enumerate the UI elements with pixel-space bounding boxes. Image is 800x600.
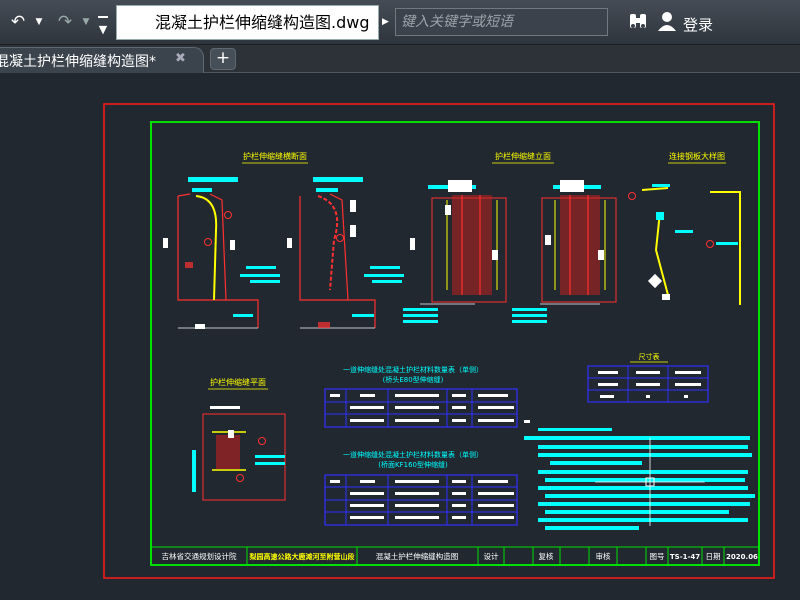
table1-subtitle: (桥头E80型伸缩缝) xyxy=(383,375,444,384)
binoculars-icon[interactable] xyxy=(626,10,650,34)
top-toolbar: ↶ ▼ ↷ ▼ ▼ 混凝土护栏伸缩缝构造图.dwg ▶ 键入关键字或短语 登录 xyxy=(0,0,800,45)
material-table-2 xyxy=(324,474,518,526)
file-menu-caret-icon[interactable]: ▶ xyxy=(382,17,389,27)
project-name: 梨园高速公路大鹿滩河至附营山段 xyxy=(249,552,355,561)
elevation-view-right xyxy=(512,180,617,323)
tab-label: 混凝土护栏伸缩缝构造图* xyxy=(0,54,156,70)
drawing-no: TS-1-47 xyxy=(670,553,700,561)
drawing-no-label: 图号 xyxy=(650,552,665,561)
section-view-right xyxy=(287,177,404,329)
notes-block xyxy=(524,420,755,530)
search-input[interactable]: 键入关键字或短语 xyxy=(395,8,608,36)
close-icon[interactable]: ✖ xyxy=(175,51,186,66)
cad-drawing: 护栏伸缩缝横断面 护栏伸缩缝立面 连接钢板大样图 护栏伸缩缝平面 一道伸缩缝处混… xyxy=(103,103,775,579)
document-tab-bar: 混凝土护栏伸缩缝构造图* ✖ + xyxy=(0,45,800,73)
large-detail-title: 连接钢板大样图 xyxy=(669,151,725,161)
material-table-1 xyxy=(324,388,518,428)
file-name-field[interactable]: 混凝土护栏伸缩缝构造图.dwg xyxy=(116,5,379,40)
plan-view-detail xyxy=(192,406,286,501)
section-view-title: 护栏伸缩缝横断面 xyxy=(243,151,307,161)
date-value: 2020.06 xyxy=(726,553,758,561)
back-button[interactable]: ↶ xyxy=(6,10,30,34)
dimension-table xyxy=(587,365,709,403)
customize-menu-icon[interactable]: ▼ xyxy=(96,10,110,36)
design-label: 设计 xyxy=(484,551,499,561)
title-block: 吉林省交通规划设计院 梨园高速公路大鹿滩河至附营山段 混凝土护栏伸缩缝构造图 设… xyxy=(151,546,759,565)
institute-name: 吉林省交通规划设计院 xyxy=(162,551,237,561)
plan-view-title: 护栏伸缩缝平面 xyxy=(210,377,266,387)
back-dropdown-icon[interactable]: ▼ xyxy=(33,10,45,34)
new-tab-button[interactable]: + xyxy=(210,48,236,70)
elevation-view-left xyxy=(403,180,507,323)
dimension-table-title: 尺寸表 xyxy=(639,352,660,361)
connection-plate-detail xyxy=(628,184,741,305)
cad-viewer-app: ↶ ▼ ↷ ▼ ▼ 混凝土护栏伸缩缝构造图.dwg ▶ 键入关键字或短语 登录 xyxy=(0,0,800,600)
approve-label: 审核 xyxy=(596,551,611,561)
drawing-name: 混凝土护栏伸缩缝构造图 xyxy=(376,551,459,561)
table1-title: 一道伸缩缝处混凝土护栏材料数量表（单侧） xyxy=(343,365,483,374)
user-icon[interactable] xyxy=(656,10,678,34)
drawing-canvas[interactable]: 护栏伸缩缝横断面 护栏伸缩缝立面 连接钢板大样图 护栏伸缩缝平面 一道伸缩缝处混… xyxy=(0,74,800,600)
table2-title: 一道伸缩缝处混凝土护栏材料数量表（单侧） xyxy=(343,450,483,459)
table2-subtitle: (桥面KF160型伸缩缝) xyxy=(378,460,448,469)
review-label: 复核 xyxy=(539,551,554,561)
elevation-view-title: 护栏伸缩缝立面 xyxy=(495,151,551,161)
forward-button[interactable]: ↷ xyxy=(53,10,77,34)
forward-dropdown-icon[interactable]: ▼ xyxy=(80,10,92,34)
date-label: 日期 xyxy=(706,552,721,561)
login-link[interactable]: 登录 xyxy=(683,14,713,35)
section-view-left xyxy=(163,177,280,329)
tab-drawing[interactable]: 混凝土护栏伸缩缝构造图* ✖ xyxy=(0,47,204,73)
